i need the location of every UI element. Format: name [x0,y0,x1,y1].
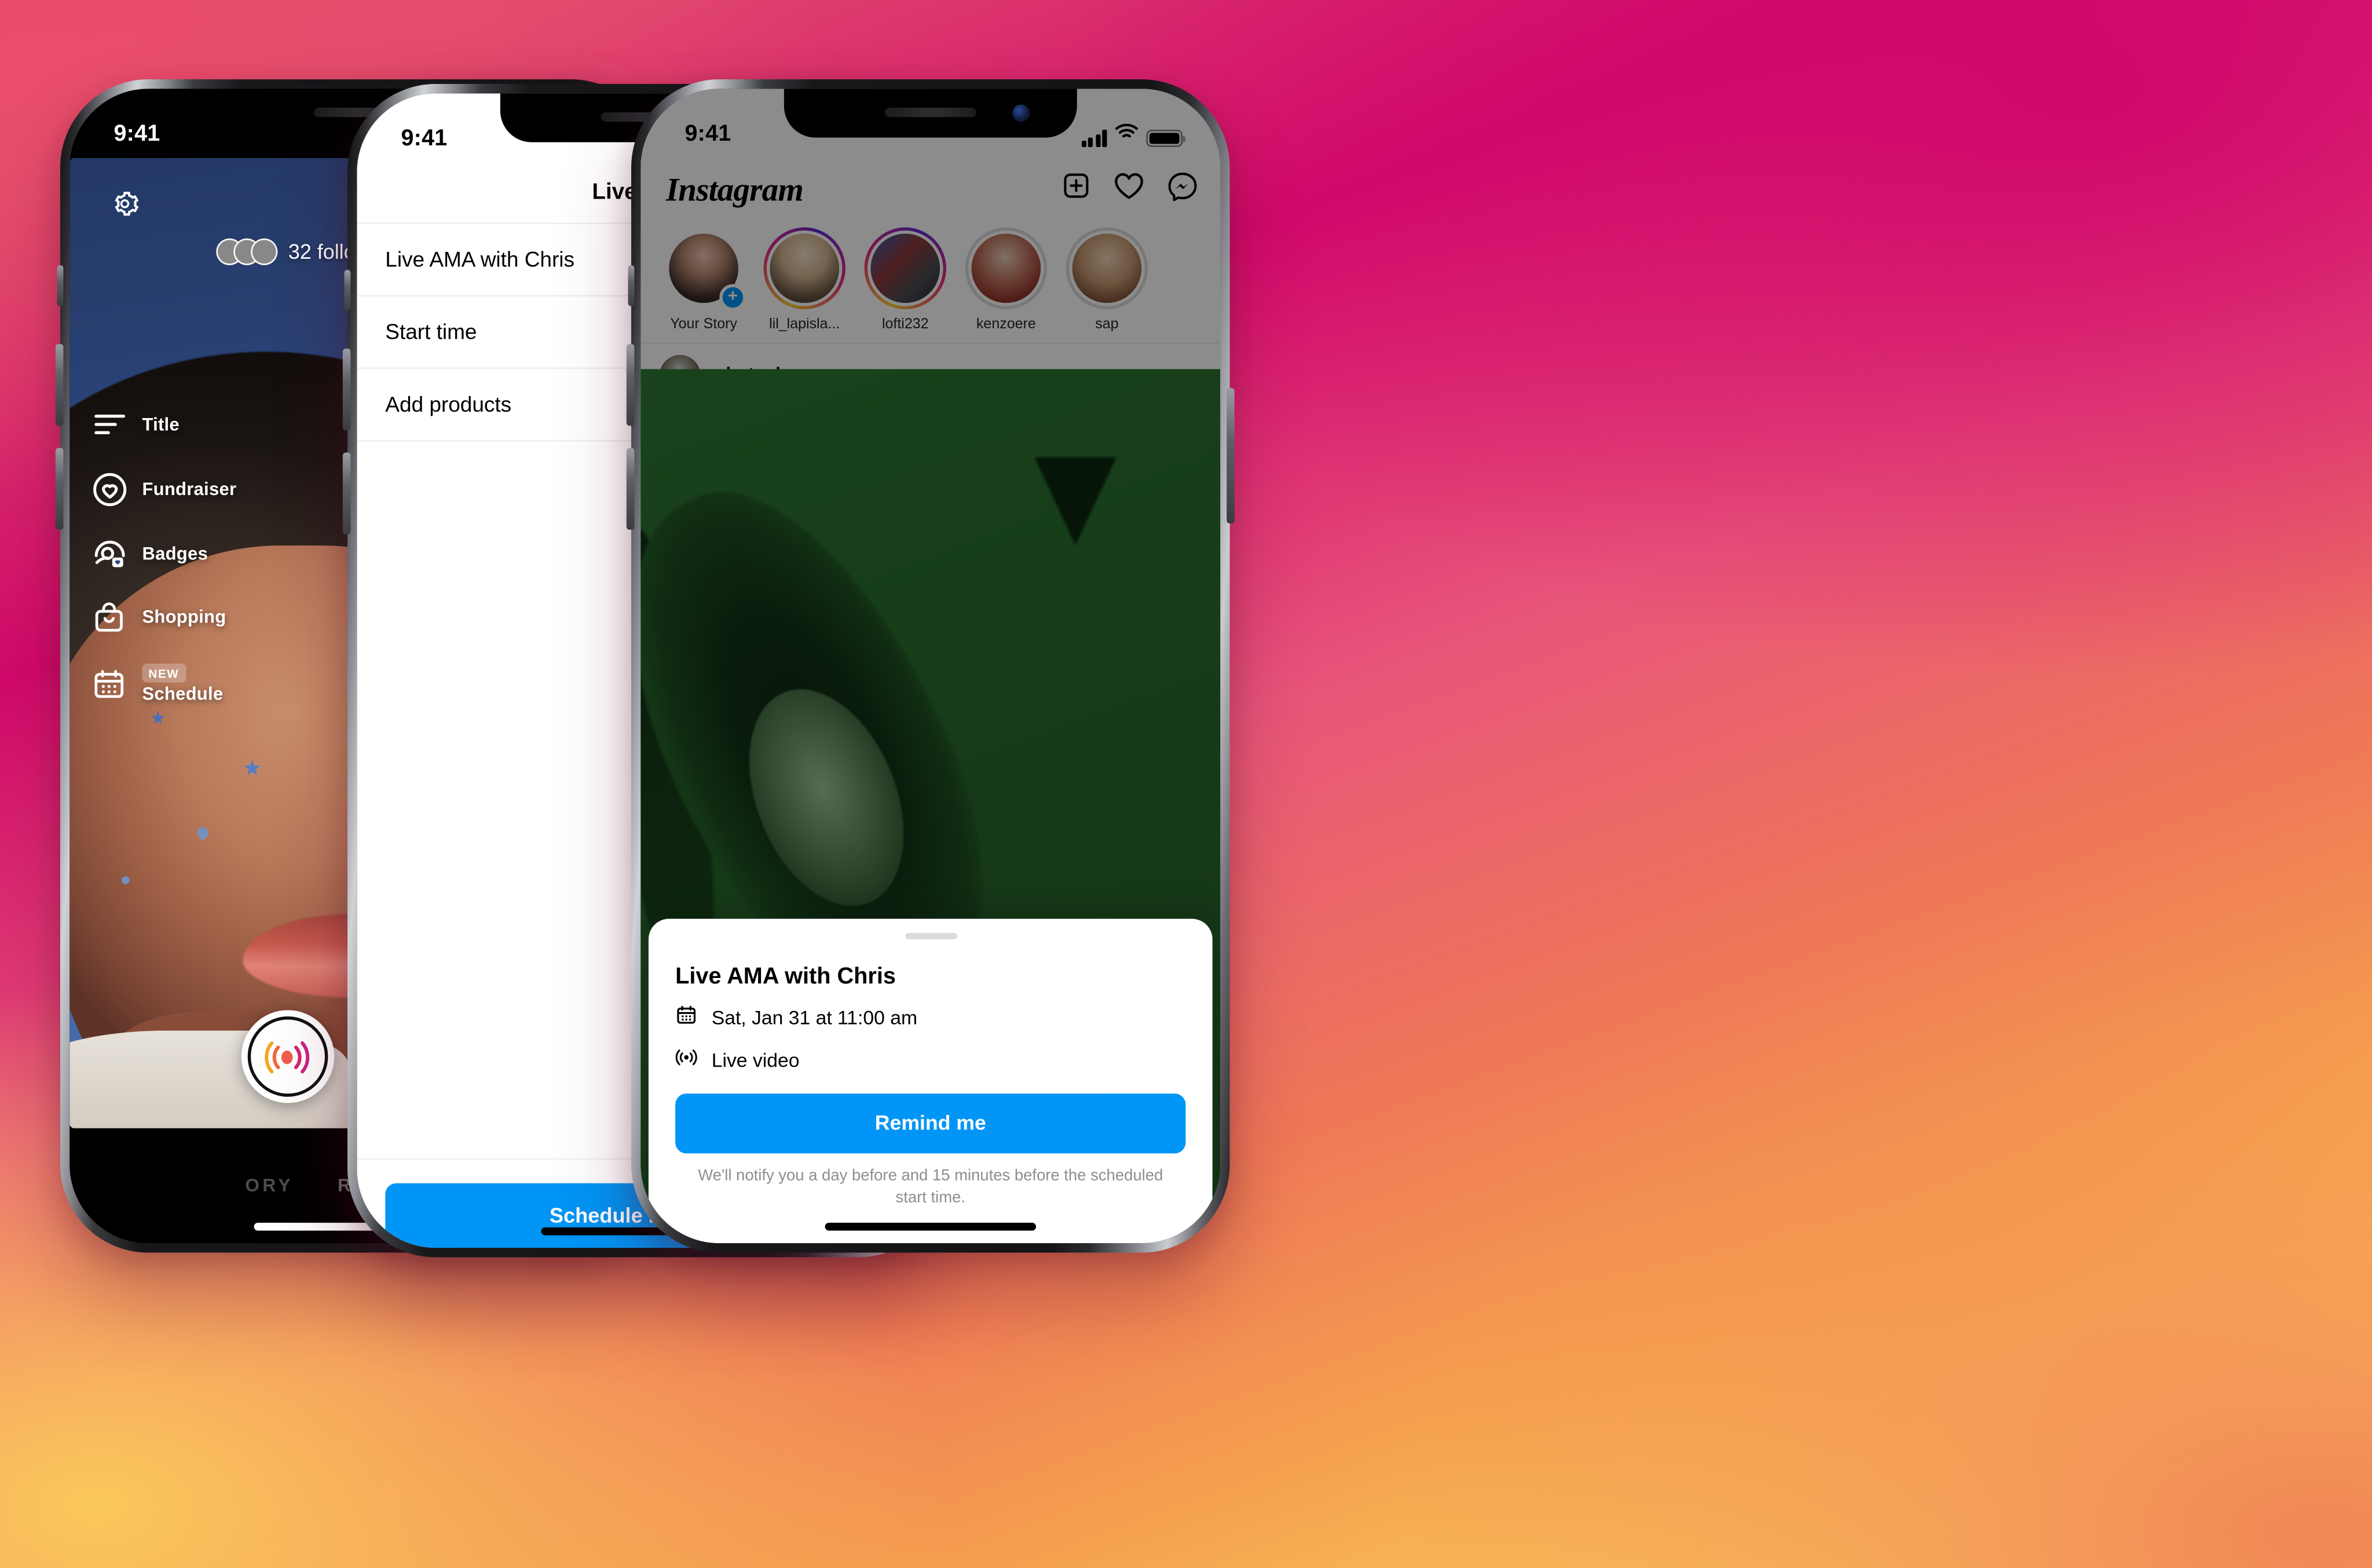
sheet-title: Live AMA with Chris [675,963,896,990]
story-item[interactable]: lofti232 [863,227,948,332]
battery-icon [1146,129,1186,147]
feed-screen: Instagram + Your Story lil_lapisla... lo… [640,89,1221,1244]
volume-up-button[interactable] [342,348,351,431]
cellular-bars-icon [1081,130,1107,147]
volume-up-button[interactable] [626,343,635,426]
menu-item-title[interactable]: Title [90,407,237,445]
front-camera [1012,104,1030,122]
silent-switch[interactable] [628,265,635,306]
story-item[interactable]: sap [1064,227,1150,332]
menu-item-label: Fundraiser [142,481,237,500]
sheet-grabber[interactable] [904,932,957,939]
story-label: Your Story [670,316,738,332]
avatar [867,230,943,306]
menu-item-shopping[interactable]: Shopping [90,600,237,638]
menu-item-schedule[interactable]: NEW Schedule [90,664,237,705]
phones-stage: 32 followers active now Title [0,0,2372,1568]
story-label: lofti232 [881,316,929,332]
glitter-dot [122,875,130,884]
volume-down-button[interactable] [626,448,635,530]
story-your-story[interactable]: + Your Story [661,228,746,332]
post-background-shape [1034,456,1117,545]
device-notch [784,89,1077,138]
home-indicator[interactable] [825,1222,1037,1231]
title-lines-icon [90,407,128,445]
new-badge: NEW [142,664,186,683]
badges-icon [90,536,128,573]
reminder-note: We'll notify you a day before and 15 min… [698,1167,1163,1208]
phone-device-feed-reminder: Instagram + Your Story lil_lapisla... lo… [626,79,1235,1253]
live-broadcast-icon [675,1046,697,1076]
status-time: 9:41 [401,126,448,152]
story-item[interactable]: kenzoere [964,227,1049,332]
fundraiser-heart-icon [90,471,128,509]
add-products-label: Add products [385,393,512,416]
sheet-type-row: Live video [675,1046,1185,1076]
avatar [250,238,277,265]
shopping-bag-icon [90,600,128,638]
messenger-icon[interactable] [1167,170,1198,209]
volume-down-button[interactable] [342,452,351,534]
sheet-date-row: Sat, Jan 31 at 11:00 am [675,1003,1185,1034]
menu-item-label: Schedule [142,686,224,705]
silent-switch[interactable] [57,265,64,306]
heart-icon[interactable] [1113,171,1144,208]
menu-item-fundraiser[interactable]: Fundraiser [90,471,237,509]
stories-tray[interactable]: + Your Story lil_lapisla... lofti232 ken… [640,221,1221,343]
calendar-icon [675,1003,697,1034]
go-live-button[interactable] [240,1010,334,1103]
avatar [1069,230,1145,306]
title-input-value: Live AMA with Chris [385,247,575,272]
story-item[interactable]: lil_lapisla... [762,227,847,332]
calendar-icon [90,665,128,703]
avatar [968,230,1044,306]
menu-item-badges[interactable]: Badges [90,536,237,573]
tab-story[interactable]: ORY [245,1175,294,1196]
sheet-date-text: Sat, Jan 31 at 11:00 am [711,1007,918,1030]
story-label: lil_lapisla... [769,316,840,332]
add-story-plus-icon[interactable]: + [719,284,746,311]
status-time: 9:41 [684,122,731,147]
remind-me-button[interactable]: Remind me [675,1093,1186,1153]
plus-square-icon[interactable] [1061,171,1092,208]
volume-up-button[interactable] [55,343,64,426]
menu-item-label: Badges [142,545,208,564]
sheet-type-text: Live video [711,1050,800,1072]
story-label: sap [1095,316,1119,332]
live-tools-menu: Title Fundraiser Badges Shopping NEW Sch… [90,407,237,705]
live-broadcast-icon [247,1016,328,1097]
wifi-icon [1115,122,1139,147]
status-time: 9:41 [114,122,160,147]
instagram-header: Instagram [640,158,1221,221]
start-time-label: Start time [385,320,477,344]
earpiece-speaker [884,107,976,118]
menu-item-label: Title [142,416,180,435]
active-followers-avatars [215,238,277,265]
power-button[interactable] [1227,388,1235,524]
instagram-logo: Instagram [665,170,804,208]
avatar [766,230,843,306]
volume-down-button[interactable] [55,448,64,530]
menu-item-label: Shopping [142,609,226,628]
reminder-bottom-sheet: Live AMA with Chris Sat, Jan 31 at 11:00… [648,918,1213,1244]
story-label: kenzoere [976,316,1036,332]
silent-switch[interactable] [344,269,351,311]
gear-icon[interactable] [104,184,145,225]
